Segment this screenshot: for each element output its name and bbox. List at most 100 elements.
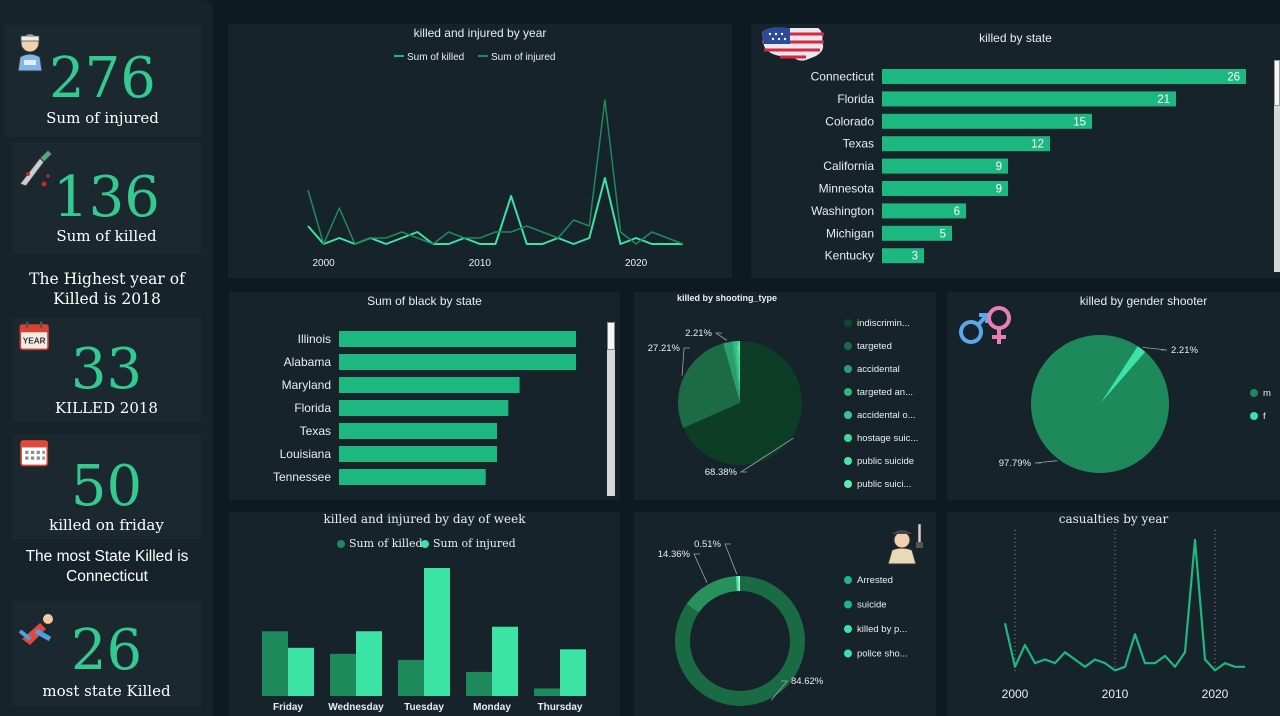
label-leader — [714, 332, 728, 341]
black-bar-chart: Illinois Alabama Maryland Florida Texas Louis… — [273, 331, 576, 485]
category-label: Michigan — [826, 226, 874, 240]
legend-dot — [844, 576, 852, 584]
bar-2 — [339, 377, 520, 393]
label-leader — [1142, 346, 1168, 351]
legend-dot — [1250, 412, 1258, 420]
casualties-line-panel: casualties by year 2000 2010 2020 — [947, 512, 1280, 716]
slice-1 — [686, 576, 737, 613]
state-scrollbar-thumb[interactable] — [1274, 60, 1280, 106]
category-label: California — [823, 159, 874, 173]
legend-dot — [844, 319, 852, 327]
bar-2 — [882, 113, 1092, 129]
category-label: Texas — [843, 137, 874, 151]
kpi-state-label: most state Killed — [42, 682, 171, 700]
data-label: 3 — [912, 251, 918, 263]
kpi-friday-value: 50 — [70, 454, 143, 519]
kpi-friday-label: killed on friday — [49, 516, 164, 534]
day-bar-1 — [356, 631, 382, 696]
data-label: 6 — [954, 206, 960, 218]
bar-3 — [882, 136, 1050, 152]
legend-label: Arrested — [857, 575, 893, 586]
series-line-0 — [307, 177, 683, 245]
kpi-friday-card: 50 killed on friday — [12, 434, 201, 539]
legend-dot — [844, 480, 852, 488]
legend-label: indiscrimin... — [857, 318, 910, 329]
gender-pie-panel: killed by gender shooter 97.79% 2.21% m f — [947, 292, 1280, 500]
bar-1 — [339, 354, 576, 370]
category-label: Washington — [811, 204, 874, 218]
kpi-killed-label: Sum of killed — [56, 227, 157, 245]
kpi-state-value: 26 — [70, 618, 143, 683]
label-leader — [724, 543, 738, 575]
state-bar-chart: Connecticut 26 Florida 21 Colorado 15 Texas 12 C… — [811, 69, 1246, 264]
category-label: Louisiana — [280, 447, 332, 461]
bar-4 — [339, 423, 497, 439]
kpi-state-card: 26 most state Killed — [12, 601, 201, 706]
x-tick-label: 2000 — [1002, 687, 1029, 701]
legend-dot — [844, 411, 852, 419]
slice-data-label: 68.38% — [705, 467, 738, 478]
year-line-chart: 2000 2010 2020 — [307, 99, 684, 269]
category-label: Florida — [294, 401, 331, 415]
black-scrollbar-thumb[interactable] — [607, 322, 615, 350]
legend-label: killed by p... — [857, 624, 907, 635]
data-label: 5 — [940, 228, 946, 240]
kpi-injured-label: Sum of injured — [46, 109, 159, 127]
slice-data-label: 84.62% — [791, 676, 824, 687]
bar-6 — [339, 469, 486, 485]
bar-5 — [339, 446, 497, 462]
legend-label: targeted an... — [857, 387, 913, 398]
legend-label: public suicide — [857, 456, 914, 467]
category-label: Colorado — [825, 114, 874, 128]
legend-dot — [844, 649, 852, 658]
data-label: 12 — [1031, 139, 1044, 151]
slice-data-label: 27.21% — [648, 343, 681, 354]
bar-0 — [882, 69, 1246, 84]
black-bar-panel: Sum of black by state Illinois Alabama Mar… — [229, 292, 620, 500]
legend-dot — [844, 365, 852, 373]
day-bar-1 — [424, 568, 450, 696]
most-state-text: The most State Killed is Connecticut — [25, 548, 189, 585]
day-bar-0 — [330, 653, 356, 696]
bar-3 — [339, 400, 509, 416]
highest-year-text: The Highest year of Killed is 2018 — [29, 270, 185, 308]
day-category-label: Tuesday — [404, 702, 444, 713]
slice-data-label: 14.36% — [658, 549, 691, 560]
x-tick-label: 2020 — [1202, 687, 1229, 701]
series-line-0 — [1003, 538, 1245, 672]
category-label: Kentucky — [825, 249, 874, 263]
legend-label: m — [1263, 388, 1271, 399]
slice-data-label: 97.79% — [999, 458, 1032, 469]
legend-dot — [844, 457, 852, 465]
kpi-2018-value: 33 — [70, 337, 143, 402]
slice-data-label: 2.21% — [1171, 345, 1198, 356]
kpi-2018-card: YEAR 33 KILLED 2018 — [12, 318, 201, 422]
legend-label: targeted — [857, 341, 892, 352]
legend-label: public suici... — [857, 479, 911, 490]
slice-data-label: 0.51% — [694, 539, 721, 550]
category-label: Minnesota — [819, 182, 875, 196]
bar-1 — [882, 91, 1176, 107]
kpi-2018-label: KILLED 2018 — [55, 399, 158, 417]
slice-data-label: 2.21% — [685, 328, 712, 339]
legend-label: hostage suic... — [857, 433, 918, 444]
legend-label: f — [1263, 411, 1266, 422]
legend-label: accidental o... — [857, 410, 916, 421]
label-leader — [693, 553, 708, 583]
kpi-injured-value: 276 — [49, 46, 156, 111]
x-tick-label: 2010 — [1102, 687, 1129, 701]
kpi-injured-card: 276 Sum of injured — [4, 25, 201, 137]
gender-pie-chart: 97.79% 2.21% m f — [999, 334, 1271, 473]
bar-4 — [882, 158, 1008, 174]
kpi-killed-value: 136 — [53, 165, 160, 230]
category-label: Alabama — [284, 355, 332, 369]
category-label: Tennessee — [273, 470, 331, 484]
category-label: Maryland — [282, 378, 331, 392]
day-bar-1 — [288, 647, 314, 696]
label-leader — [1034, 460, 1058, 464]
x-tick-label: 2020 — [625, 258, 648, 269]
day-bar-0 — [466, 671, 492, 696]
day-bar-1 — [560, 649, 586, 696]
day-bar-0 — [262, 631, 288, 696]
day-category-label: Wednesday — [328, 702, 384, 713]
